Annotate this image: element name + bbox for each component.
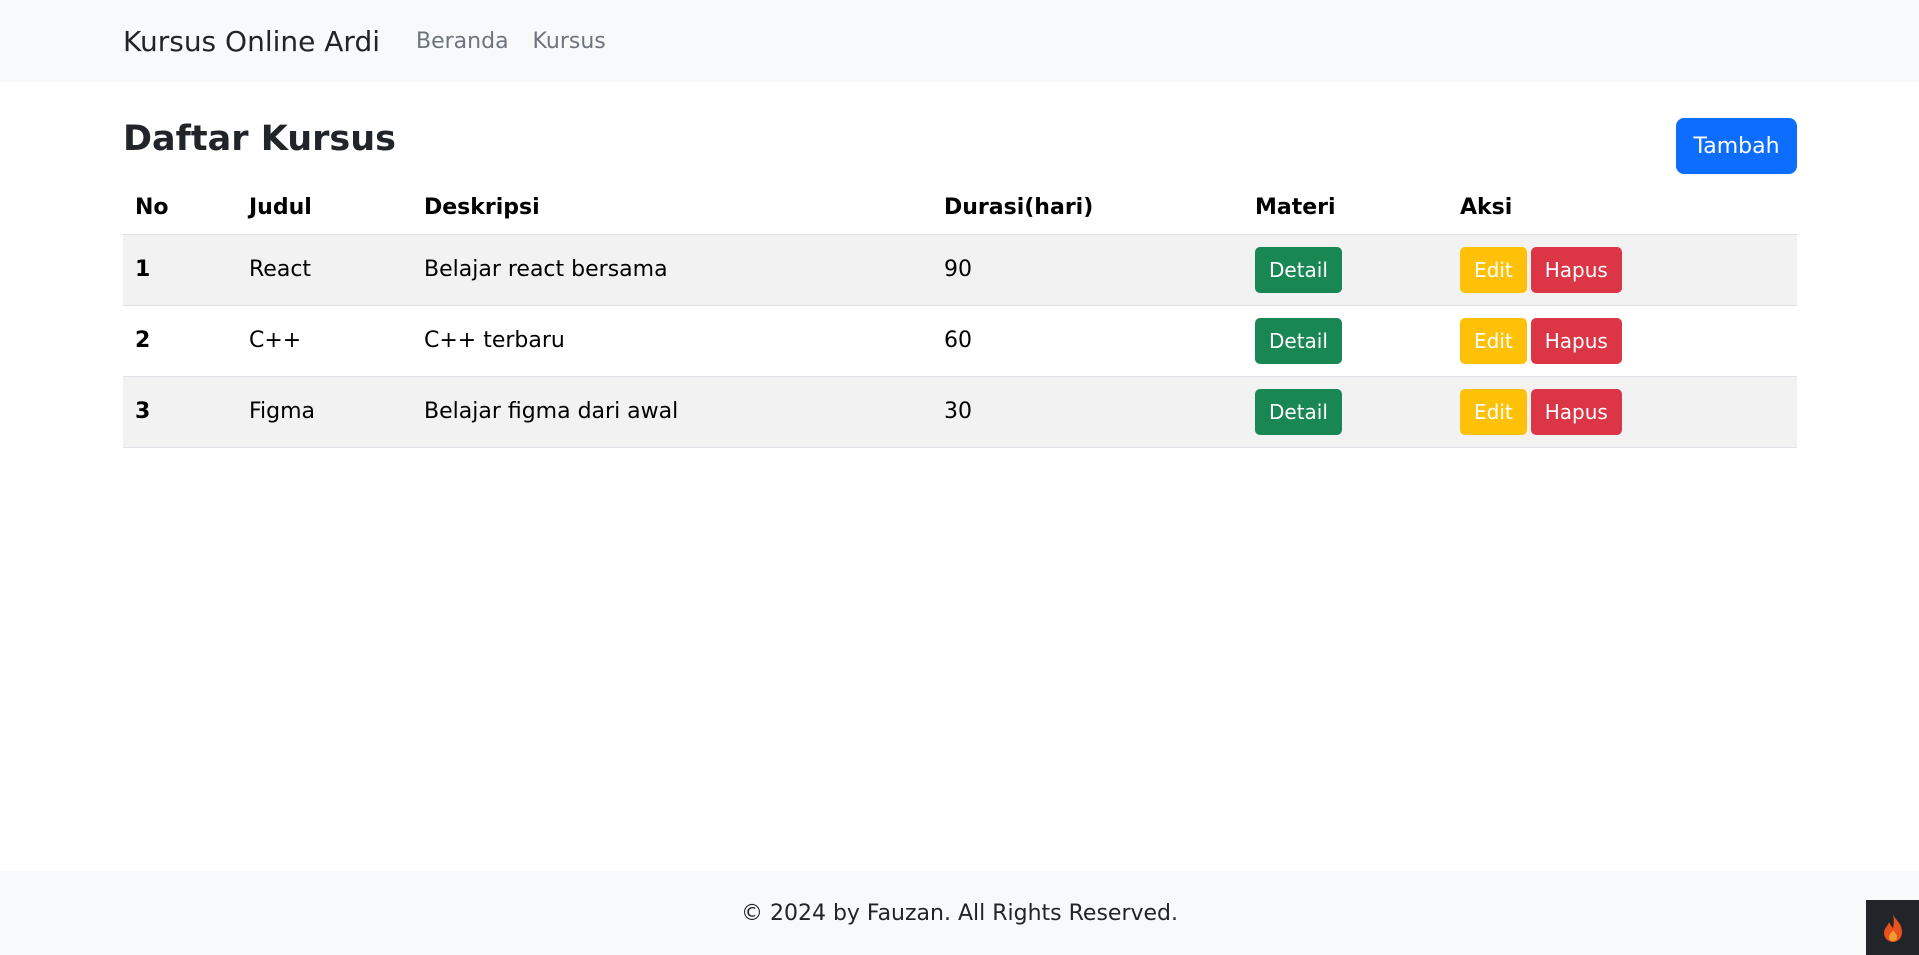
header-materi: Materi — [1243, 182, 1448, 235]
cell-deskripsi: C++ terbaru — [412, 305, 932, 377]
cell-no: 3 — [123, 376, 237, 448]
delete-button[interactable]: Hapus — [1530, 388, 1622, 435]
cell-judul: Figma — [237, 376, 412, 448]
main-content: Daftar Kursus Tambah No Judul Deskripsi … — [123, 82, 1797, 448]
delete-button[interactable]: Hapus — [1530, 246, 1622, 293]
cell-durasi: 30 — [932, 376, 1243, 448]
detail-button[interactable]: Detail — [1255, 388, 1342, 435]
cell-no: 1 — [123, 234, 237, 306]
cell-materi: Detail — [1243, 376, 1448, 448]
navbar-brand[interactable]: Kursus Online Ardi — [123, 25, 380, 58]
cell-aksi: Edit Hapus — [1448, 234, 1797, 306]
table-row: 1 React Belajar react bersama 90 Detail … — [123, 234, 1797, 306]
page-title: Daftar Kursus — [123, 119, 396, 159]
nav-link-beranda[interactable]: Beranda — [416, 29, 509, 54]
delete-button[interactable]: Hapus — [1530, 317, 1622, 364]
navbar: Kursus Online Ardi Beranda Kursus — [0, 0, 1919, 82]
header-durasi: Durasi(hari) — [932, 182, 1243, 235]
flame-icon — [1883, 913, 1902, 942]
header-aksi: Aksi — [1448, 182, 1797, 235]
table-row: 2 C++ C++ terbaru 60 Detail Edit Hapus — [123, 305, 1797, 377]
footer-text: © 2024 by Fauzan. All Rights Reserved. — [740, 900, 1178, 926]
cell-deskripsi: Belajar react bersama — [412, 234, 932, 306]
cell-durasi: 60 — [932, 305, 1243, 377]
edit-button[interactable]: Edit — [1460, 317, 1527, 364]
cell-materi: Detail — [1243, 234, 1448, 306]
cell-aksi: Edit Hapus — [1448, 376, 1797, 448]
header-deskripsi: Deskripsi — [412, 182, 932, 235]
cell-judul: React — [237, 234, 412, 306]
edit-button[interactable]: Edit — [1460, 246, 1527, 293]
cell-judul: C++ — [237, 305, 412, 377]
courses-table: No Judul Deskripsi Durasi(hari) Materi A… — [123, 182, 1797, 448]
table-row: 3 Figma Belajar figma dari awal 30 Detai… — [123, 376, 1797, 448]
header-judul: Judul — [237, 182, 412, 235]
add-course-button[interactable]: Tambah — [1676, 118, 1797, 174]
header-no: No — [123, 182, 237, 235]
cell-aksi: Edit Hapus — [1448, 305, 1797, 377]
detail-button[interactable]: Detail — [1255, 317, 1342, 364]
nav-link-kursus[interactable]: Kursus — [533, 29, 606, 54]
cell-materi: Detail — [1243, 305, 1448, 377]
cell-durasi: 90 — [932, 234, 1243, 306]
cell-no: 2 — [123, 305, 237, 377]
corner-widget[interactable] — [1866, 900, 1919, 955]
detail-button[interactable]: Detail — [1255, 246, 1342, 293]
table-header-row: No Judul Deskripsi Durasi(hari) Materi A… — [123, 182, 1797, 235]
cell-deskripsi: Belajar figma dari awal — [412, 376, 932, 448]
footer: © 2024 by Fauzan. All Rights Reserved. — [0, 871, 1919, 955]
edit-button[interactable]: Edit — [1460, 388, 1527, 435]
